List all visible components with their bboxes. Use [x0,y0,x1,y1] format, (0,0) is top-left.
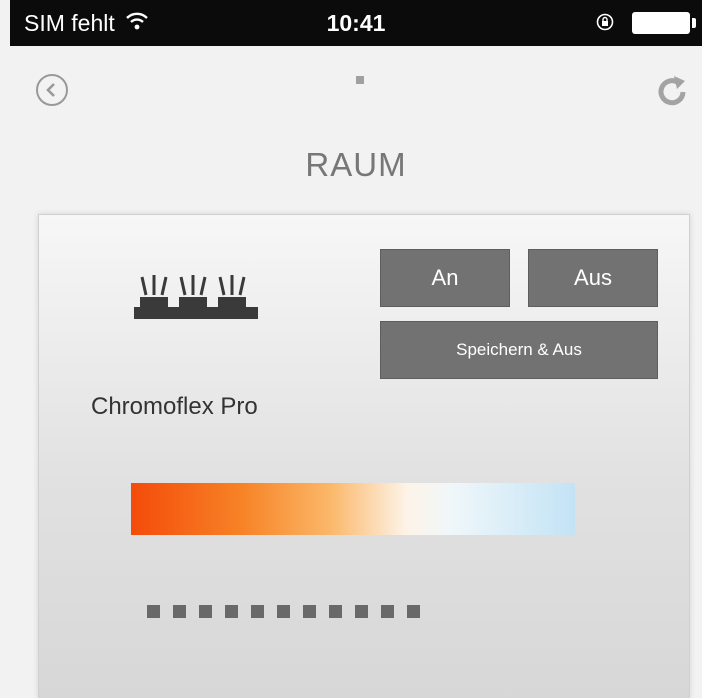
status-time: 10:41 [326,9,386,36]
save-and-off-button[interactable]: Speichern & Aus [380,321,658,379]
status-bar: SIM fehlt 10:41 [10,0,702,46]
orientation-lock-icon [596,10,614,37]
page-title: RAUM [305,146,407,183]
carrier-label: SIM fehlt [24,9,115,36]
preset-squares [147,605,420,618]
on-button[interactable]: An [380,249,510,307]
device-name: Chromoflex Pro [91,393,258,420]
preset-square[interactable] [225,605,238,618]
preset-square[interactable] [381,605,394,618]
preset-square[interactable] [355,605,368,618]
preset-square[interactable] [329,605,342,618]
status-right [596,10,696,37]
battery-icon [632,12,696,34]
preset-square[interactable] [303,605,316,618]
light-strip-icon [134,271,260,325]
preset-square[interactable] [251,605,264,618]
wifi-icon [125,10,149,37]
preset-square[interactable] [147,605,160,618]
back-circle-icon[interactable] [36,74,68,106]
device-card: An Aus Speichern & Aus Chromoflex Pro [38,214,690,698]
preset-square[interactable] [277,605,290,618]
color-temperature-slider[interactable] [131,483,575,535]
preset-square[interactable] [407,605,420,618]
off-button[interactable]: Aus [528,249,658,307]
nav-bar [10,46,702,146]
preset-square[interactable] [199,605,212,618]
preset-square[interactable] [173,605,186,618]
status-left: SIM fehlt [24,10,149,37]
page-indicator-dot [356,76,364,84]
refresh-icon[interactable] [652,72,692,112]
